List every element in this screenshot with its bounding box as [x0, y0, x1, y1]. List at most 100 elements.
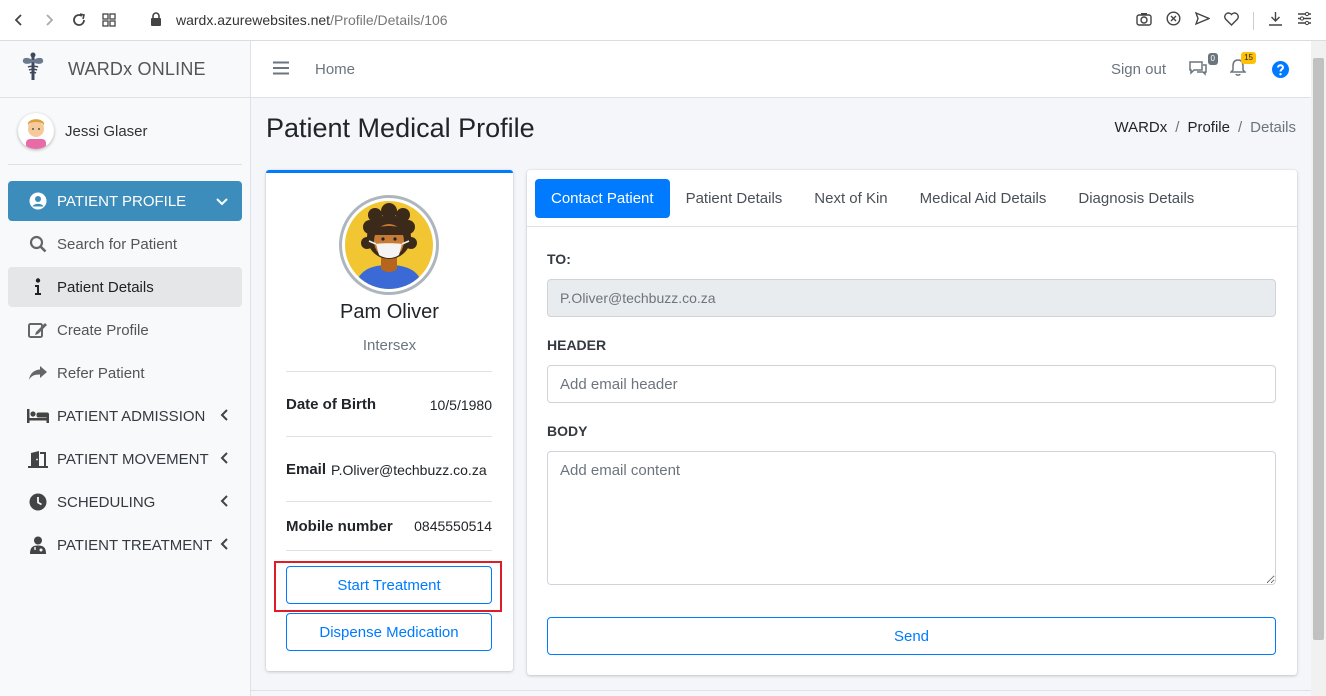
chevron-left-icon [220, 537, 228, 553]
mobile-label: Mobile number [286, 517, 393, 535]
messages-badge: 0 [1207, 52, 1218, 65]
page-title: Patient Medical Profile [266, 113, 535, 143]
url-host: wardx.azurewebsites.net [176, 12, 331, 28]
reload-icon[interactable] [64, 5, 94, 35]
tabs-grid-icon[interactable] [94, 5, 124, 35]
lock-icon [150, 11, 162, 29]
dispense-medication-button[interactable]: Dispense Medication [286, 613, 492, 651]
chevron-left-icon [220, 494, 228, 510]
email-header-input[interactable] [547, 365, 1276, 403]
comments-icon [1188, 60, 1208, 80]
tab-patient-details[interactable]: Patient Details [670, 179, 799, 218]
patient-name: Pam Oliver [340, 301, 439, 323]
mobile-value: 0845550514 [414, 518, 492, 534]
to-field[interactable] [547, 279, 1276, 317]
sidebar-item-patient-treatment[interactable]: PATIENT TREATMENT [8, 525, 242, 565]
bed-icon [27, 408, 49, 424]
brand-link[interactable]: WARDx ONLINE [0, 41, 250, 98]
camera-icon[interactable] [1136, 12, 1152, 30]
user-name: Jessi Glaser [65, 122, 148, 140]
browser-toolbar: wardx.azurewebsites.net/Profile/Details/… [0, 0, 1326, 41]
sidebar-item-refer-patient[interactable]: Refer Patient [8, 353, 242, 393]
sidebar-item-label: PATIENT TREATMENT [57, 536, 213, 554]
sidebar-item-patient-details[interactable]: Patient Details [8, 267, 242, 307]
user-circle-icon [27, 192, 49, 210]
sidebar-item-label: Search for Patient [57, 235, 178, 253]
sidebar-item-label: Patient Details [57, 278, 154, 296]
breadcrumb-separator: / [1237, 119, 1243, 136]
tab-medical-aid-details[interactable]: Medical Aid Details [904, 179, 1063, 218]
header-label: HEADER [547, 337, 607, 353]
sidebar-item-label: PATIENT MOVEMENT [57, 450, 209, 468]
brand-logo-icon [20, 52, 46, 86]
share-icon [27, 365, 49, 381]
body-label: BODY [547, 423, 588, 439]
sidebar-item-label: SCHEDULING [57, 493, 156, 511]
sidebar-item-label: PATIENT PROFILE [57, 192, 187, 210]
sidebar-item-patient-profile[interactable]: PATIENT PROFILE [8, 181, 242, 221]
sidebar-item-label: Create Profile [57, 321, 149, 339]
dob-row: Date of Birth 10/5/1980 [286, 371, 492, 437]
notifications-badge: 15 [1241, 52, 1256, 64]
notifications-button[interactable]: 15 [1229, 52, 1256, 80]
patient-tabs-card: Contact Patient Patient Details Next of … [527, 170, 1297, 675]
sidebar-item-label: Refer Patient [57, 364, 145, 382]
chevron-left-icon [220, 451, 228, 467]
dob-value: 10/5/1980 [429, 396, 492, 413]
sidebar-item-label: PATIENT ADMISSION [57, 407, 206, 425]
chevron-down-icon [216, 194, 228, 209]
tab-next-of-kin[interactable]: Next of Kin [798, 179, 903, 218]
adblock-icon[interactable] [1166, 11, 1181, 30]
breadcrumb-profile[interactable]: Profile [1187, 119, 1230, 136]
sidebar-item-patient-admission[interactable]: PATIENT ADMISSION [8, 396, 242, 436]
email-body-textarea[interactable] [547, 451, 1276, 585]
clock-icon [27, 493, 49, 511]
forward-icon[interactable] [34, 5, 64, 35]
edit-icon [27, 321, 49, 339]
send-button[interactable]: Send [547, 617, 1276, 655]
to-label: TO: [547, 251, 571, 267]
back-icon[interactable] [4, 5, 34, 35]
scrollbar-thumb[interactable] [1313, 58, 1324, 640]
breadcrumb-separator: / [1175, 119, 1180, 136]
info-icon [27, 278, 49, 296]
hamburger-menu-icon[interactable] [273, 58, 289, 81]
breadcrumb-wardx[interactable]: WARDx [1114, 119, 1167, 136]
patient-avatar [339, 195, 439, 295]
chevron-left-icon [220, 408, 228, 424]
sidebar-item-scheduling[interactable]: SCHEDULING [8, 482, 242, 522]
footer-divider [251, 690, 1311, 691]
door-icon [27, 450, 49, 468]
avatar [18, 113, 54, 149]
menu-icon[interactable] [1297, 11, 1312, 30]
mobile-row: Mobile number 0845550514 [286, 501, 492, 551]
search-icon [27, 235, 49, 253]
brand-text: WARDx ONLINE [68, 58, 206, 79]
user-panel[interactable]: Jessi Glaser [8, 98, 242, 165]
top-navbar: Home Sign out 0 15 [251, 41, 1311, 98]
send-icon[interactable] [1194, 11, 1211, 30]
sidebar-item-search-patient[interactable]: Search for Patient [8, 224, 242, 264]
doctor-icon [27, 536, 49, 554]
patient-gender: Intersex [362, 337, 417, 354]
home-link[interactable]: Home [315, 61, 355, 78]
sidebar-nav: PATIENT PROFILE Search for Patient Patie… [0, 165, 250, 565]
signout-link[interactable]: Sign out [1111, 61, 1166, 78]
address-bar[interactable]: wardx.azurewebsites.net/Profile/Details/… [150, 11, 448, 29]
help-icon[interactable] [1272, 61, 1289, 78]
heart-icon[interactable] [1224, 11, 1239, 30]
messages-button[interactable]: 0 [1188, 52, 1218, 80]
tab-bar: Contact Patient Patient Details Next of … [527, 170, 1297, 227]
email-value: P.Oliver@techbuzz.co.za [331, 461, 487, 478]
tab-diagnosis-details[interactable]: Diagnosis Details [1062, 179, 1210, 218]
tab-contact-patient[interactable]: Contact Patient [535, 178, 670, 218]
sidebar: WARDx ONLINE Jessi Glaser PATIENT PROFIL… [0, 41, 251, 696]
url-path: /Profile/Details/106 [330, 12, 448, 28]
download-icon[interactable] [1268, 11, 1283, 30]
breadcrumb-details: Details [1250, 119, 1296, 136]
sidebar-item-create-profile[interactable]: Create Profile [8, 310, 242, 350]
dob-label: Date of Birth [286, 396, 376, 413]
sidebar-item-patient-movement[interactable]: PATIENT MOVEMENT [8, 439, 242, 479]
email-label: Email [286, 461, 327, 478]
breadcrumb: WARDx / Profile / Details [1114, 119, 1296, 136]
